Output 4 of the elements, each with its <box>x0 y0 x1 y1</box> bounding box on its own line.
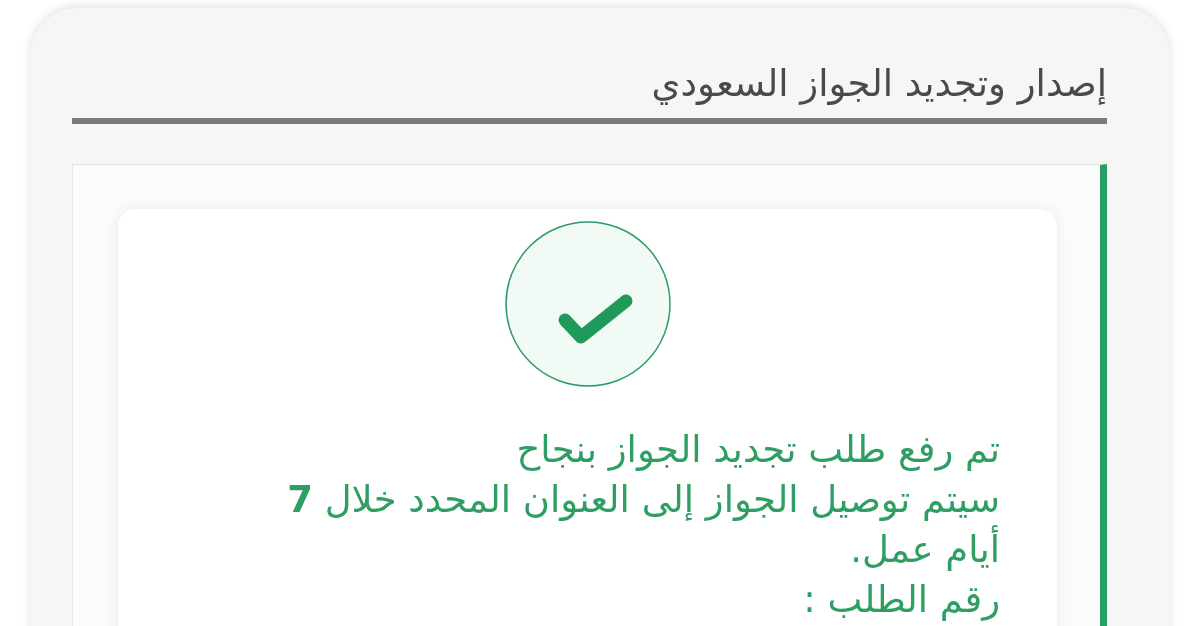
page-title: إصدار وتجديد الجواز السعودي <box>651 64 1107 104</box>
check-circle-icon <box>504 221 671 387</box>
request-number-label: رقم الطلب : <box>802 577 1000 623</box>
success-heading: تم رفع طلب تجديد الجواز بنجاح <box>515 427 1000 473</box>
